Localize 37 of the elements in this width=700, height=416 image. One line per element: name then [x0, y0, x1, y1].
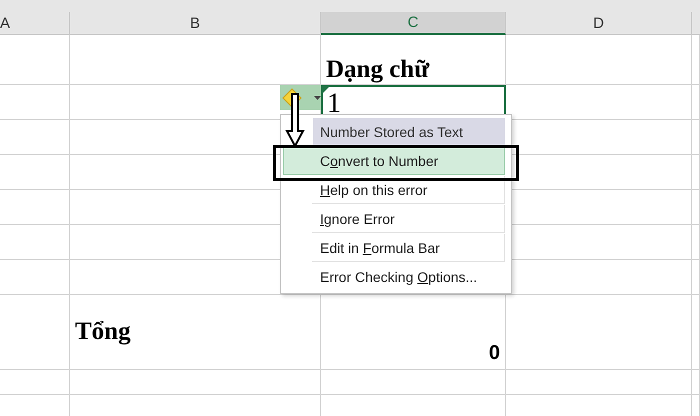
menu-title: Number Stored as Text [313, 118, 505, 145]
table-cell: 0 [321, 295, 506, 370]
empty-cell[interactable] [692, 370, 700, 395]
empty-cell[interactable] [0, 35, 70, 85]
empty-cell[interactable] [0, 190, 70, 225]
empty-cell[interactable] [506, 370, 692, 395]
column-header[interactable]: A [0, 12, 70, 35]
empty-cell[interactable] [692, 85, 700, 120]
empty-cell[interactable] [0, 260, 70, 295]
caret-icon [314, 96, 321, 100]
empty-cell[interactable] [692, 260, 700, 295]
column-header[interactable] [692, 12, 700, 35]
empty-cell[interactable] [692, 155, 700, 190]
empty-cell[interactable] [0, 155, 70, 190]
empty-cell[interactable] [321, 370, 506, 395]
column-header[interactable]: B [70, 12, 321, 35]
table-cell: Tổng [70, 295, 321, 370]
empty-cell[interactable] [0, 295, 70, 370]
menu-item[interactable]: Edit in Formula Bar [281, 234, 505, 262]
menu-item[interactable]: Error Checking Options... [281, 263, 505, 290]
menu-item[interactable]: Help on this error [281, 176, 505, 204]
empty-cell[interactable] [0, 225, 70, 260]
menu-item[interactable]: Convert to Number [283, 146, 505, 175]
empty-cell[interactable] [692, 120, 700, 155]
empty-cell[interactable] [0, 120, 70, 155]
empty-cell[interactable] [692, 190, 700, 225]
empty-cell[interactable] [692, 295, 700, 370]
column-header[interactable]: D [506, 12, 692, 35]
empty-cell[interactable] [0, 370, 70, 395]
empty-cell[interactable] [0, 85, 70, 120]
table-cell: Dạng chữ [321, 35, 506, 85]
empty-cell[interactable] [70, 370, 321, 395]
column-header[interactable]: C [321, 12, 506, 35]
menu-item[interactable]: Ignore Error [281, 205, 505, 233]
empty-cell[interactable] [506, 295, 692, 370]
empty-cell[interactable] [692, 225, 700, 260]
empty-cell[interactable] [506, 35, 692, 85]
